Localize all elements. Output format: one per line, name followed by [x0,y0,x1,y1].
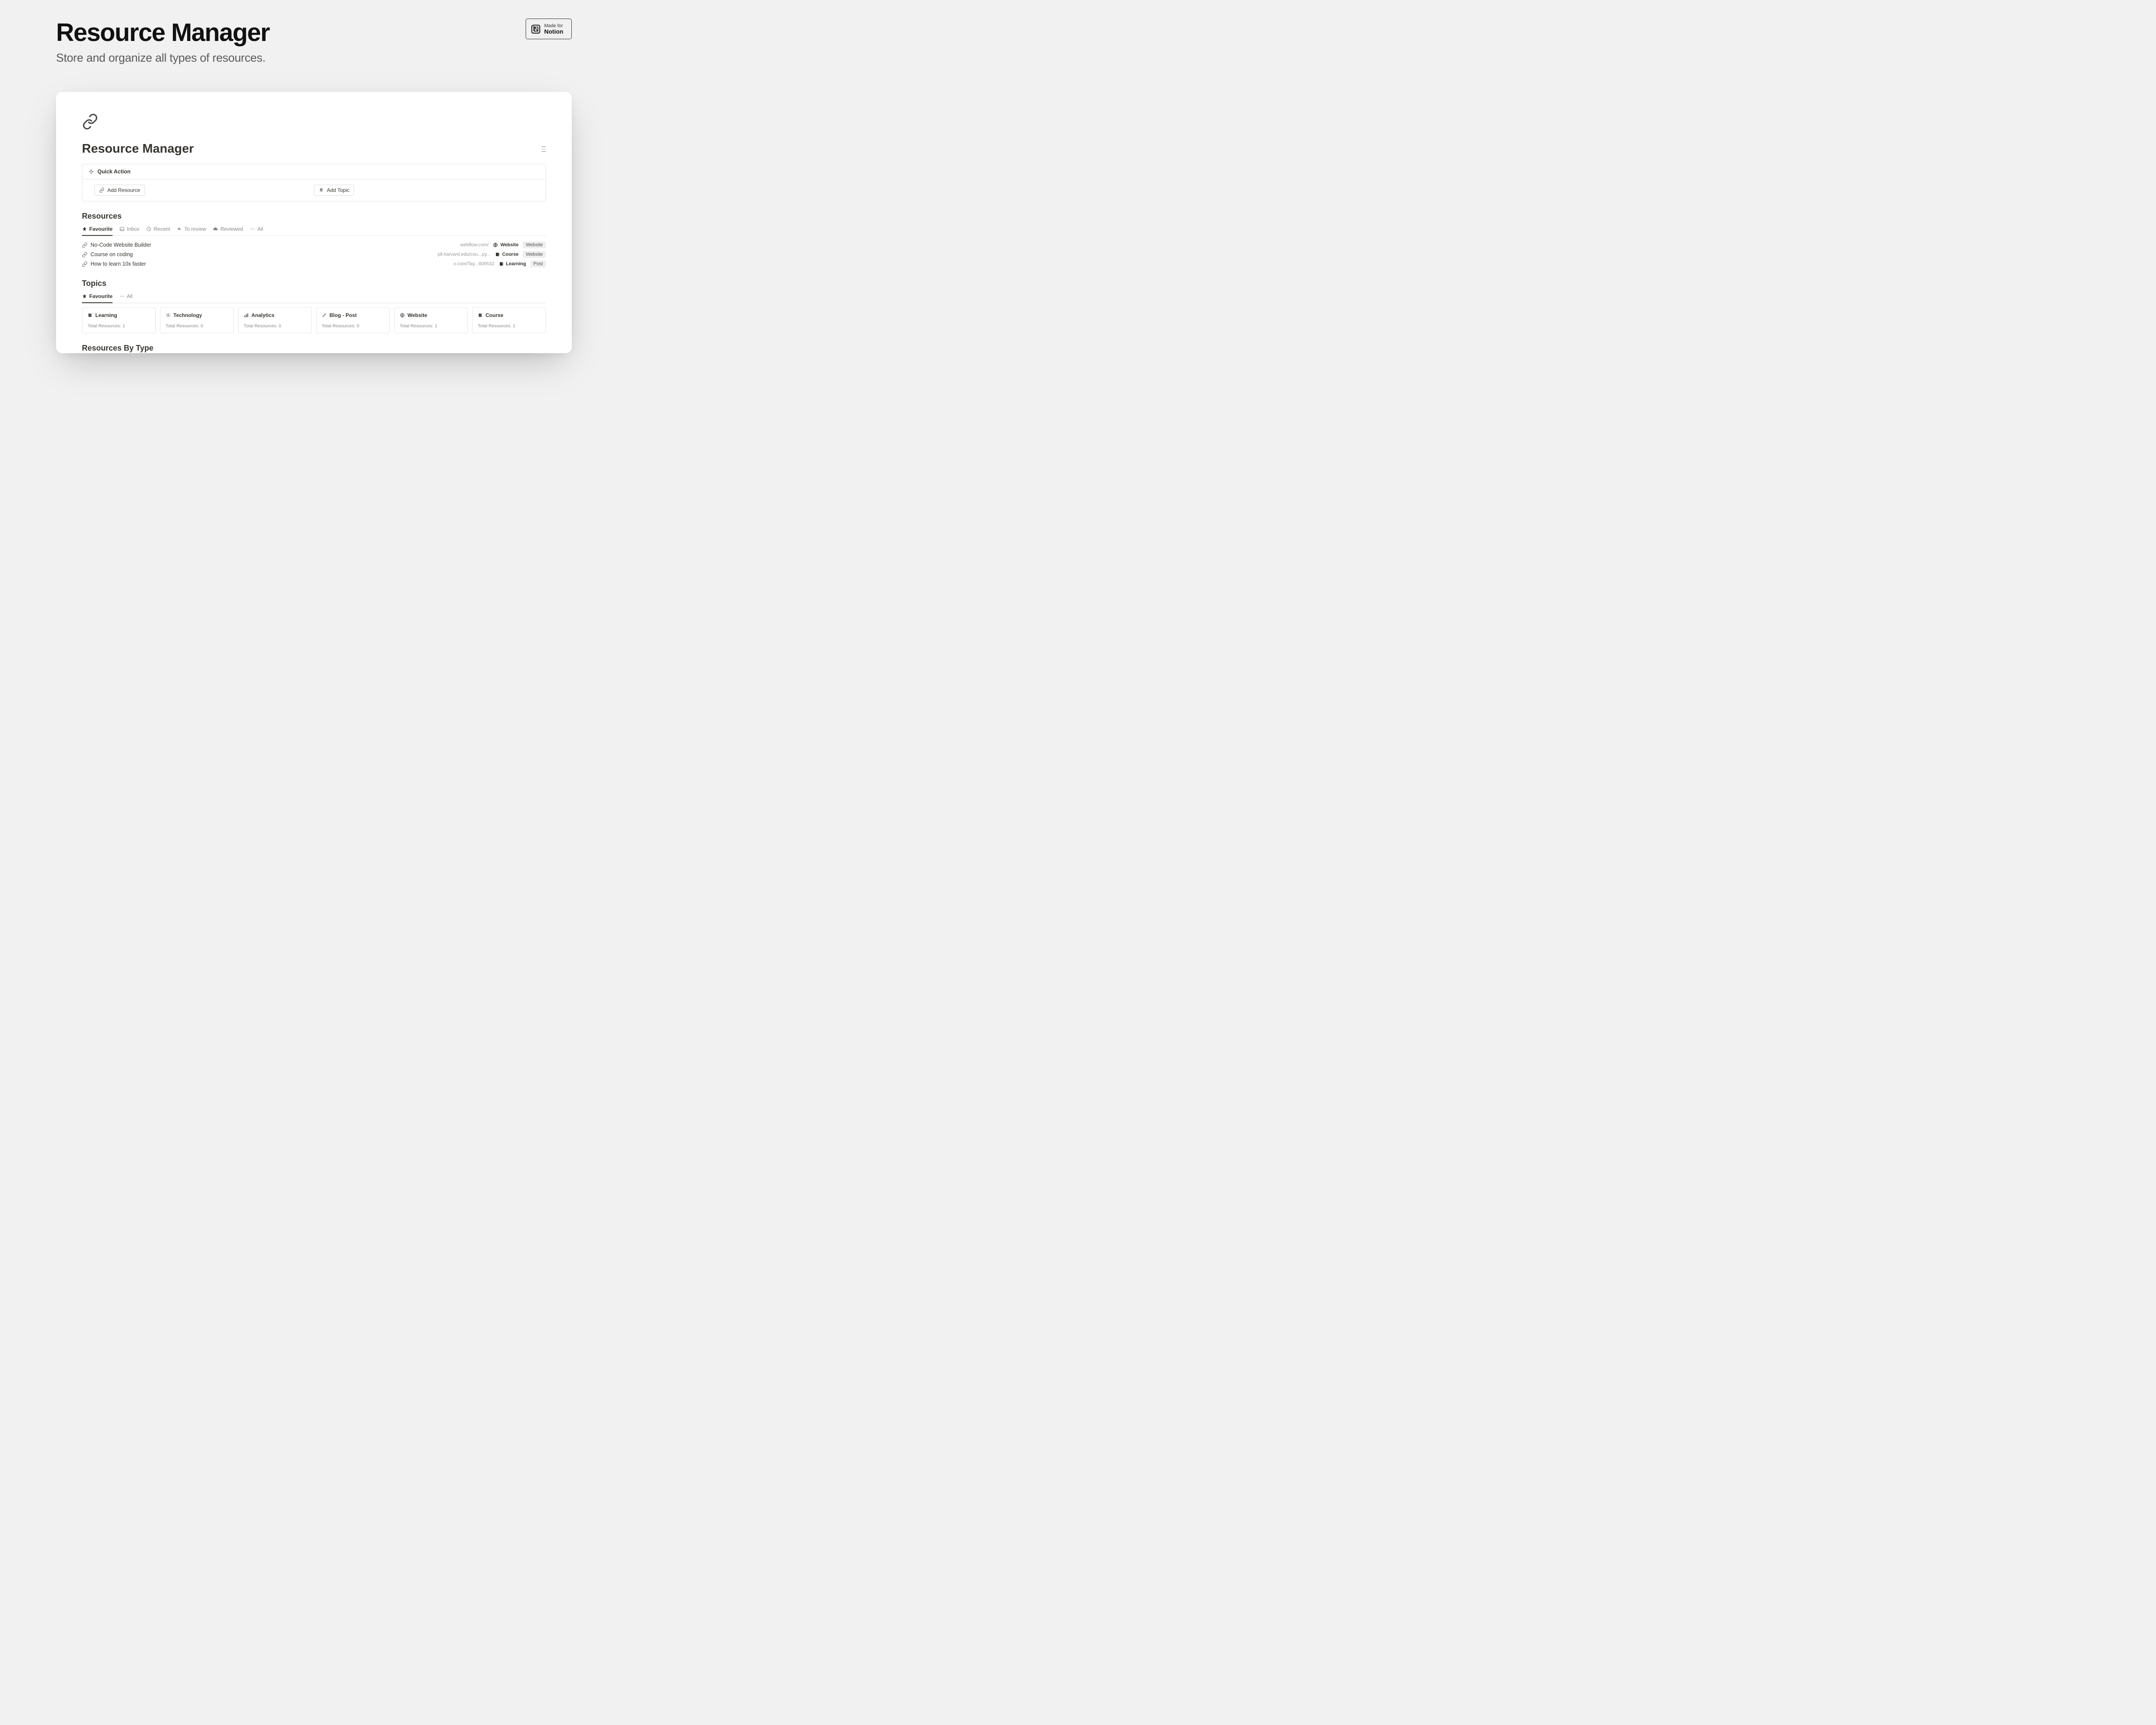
tab-topics-favourite[interactable]: Favourite [82,291,113,303]
resource-topic-label: Website [500,242,518,248]
tab-reviewed-label: Reviewed [220,226,243,232]
cursor-icon [88,169,94,175]
cloud-icon [213,226,218,232]
inbox-icon [119,226,125,232]
resources-list: No-Code Website Builder webflow.com/ Web… [82,240,546,269]
topic-card-name: Analytics [251,312,274,318]
chart-icon [244,313,249,318]
tab-to-review[interactable]: To review [177,223,206,236]
tab-all-label: All [257,226,263,232]
resource-title: No-Code Website Builder [91,242,151,248]
resource-row[interactable]: No-Code Website Builder webflow.com/ Web… [82,240,546,250]
share-icon [177,226,182,232]
star-icon [82,226,87,232]
resource-tag: Website [523,251,546,258]
topic-card-count: Total Resources: 1 [400,323,462,329]
resources-by-type-heading: Resources By Type [82,344,546,353]
pen-icon [322,313,327,318]
tab-recent[interactable]: Recent [146,223,170,236]
page-menu-icon[interactable] [542,146,546,152]
add-topic-label: Add Topic [327,187,349,193]
topic-card-course[interactable]: Course Total Resources: 1 [472,307,546,333]
tab-inbox[interactable]: Inbox [119,223,139,236]
book-icon [478,313,483,318]
link-icon [82,242,88,248]
topic-card-count: Total Resources: 0 [166,323,228,329]
tab-favourite[interactable]: Favourite [82,223,113,236]
topic-card-learning[interactable]: Learning Total Resources: 1 [82,307,156,333]
tab-reviewed[interactable]: Reviewed [213,223,243,236]
globe-icon [493,242,498,248]
link-icon [82,261,88,267]
resource-url: pll.harvard.edu/cou...py... [438,252,491,257]
add-resource-button[interactable]: Add Resource [94,185,145,196]
topic-card-name: Course [486,312,503,318]
resource-topic: Website [493,242,518,248]
book-icon [495,252,500,257]
dots-icon [119,294,125,299]
dots-icon [250,226,255,232]
hero-subtitle: Store and organize all types of resource… [56,51,266,65]
resource-title: Course on coding [91,251,133,257]
topics-grid: Learning Total Resources: 1 Technology T… [82,307,546,333]
resources-heading: Resources [82,212,546,221]
resource-topic: Learning [499,261,526,267]
topic-card-name: Technology [173,312,202,318]
app-window: Resource Manager Quick Action Add Resour… [56,92,572,353]
tab-topics-favourite-label: Favourite [89,293,113,299]
tab-topics-all[interactable]: All [119,291,132,303]
add-topic-button[interactable]: Add Topic [314,185,354,196]
notion-logo-icon [530,23,541,34]
topic-card-website[interactable]: Website Total Resources: 1 [394,307,468,333]
resources-tabs: Favourite Inbox Recent To review Reviewe… [82,223,546,236]
tab-favourite-label: Favourite [89,226,113,232]
topic-card-name: Learning [95,312,117,318]
book-icon [88,313,93,318]
topic-card-name: Website [407,312,427,318]
topic-card-analytics[interactable]: Analytics Total Resources: 0 [238,307,312,333]
badge-notion-label: Notion [544,28,563,34]
book-icon [499,261,504,267]
resource-url: x.com/Tay...609532 [454,261,495,267]
topic-card-count: Total Resources: 1 [478,323,540,329]
resource-topic: Course [495,252,519,257]
topic-card-count: Total Resources: 0 [322,323,384,329]
star-icon [82,294,87,299]
resource-row[interactable]: Course on coding pll.harvard.edu/cou...p… [82,250,546,259]
tab-inbox-label: Inbox [127,226,139,232]
resource-url: webflow.com/ [460,242,489,248]
topic-card-count: Total Resources: 1 [88,323,150,329]
stack-icon [319,188,324,193]
topic-card-name: Blog - Post [329,312,357,318]
resource-title: How to learn 10x faster [91,261,146,267]
topics-heading: Topics [82,279,546,288]
topics-tabs: Favourite All [82,291,546,303]
page-title: Resource Manager [82,142,194,156]
badge-madefor-label: Made for [544,24,563,28]
clock-icon [146,226,151,232]
resource-tag: Post [530,260,546,267]
resource-row[interactable]: How to learn 10x faster x.com/Tay...6095… [82,259,546,269]
topic-card-technology[interactable]: Technology Total Resources: 0 [160,307,234,333]
resource-topic-label: Learning [506,261,526,267]
link-icon [99,188,104,193]
globe-icon [400,313,405,318]
tab-all[interactable]: All [250,223,263,236]
link-icon [82,252,88,257]
topic-card-count: Total Resources: 0 [244,323,306,329]
add-resource-label: Add Resource [107,187,140,193]
tab-topics-all-label: All [127,293,132,299]
made-for-notion-badge: Made for Notion [526,19,572,39]
quick-action-heading: Quick Action [97,169,131,175]
resource-tag: Website [523,242,546,248]
tab-recent-label: Recent [154,226,170,232]
gear-icon [166,313,171,318]
quick-action-panel: Quick Action Add Resource Add Topic [82,164,546,201]
topic-card-blog-post[interactable]: Blog - Post Total Resources: 0 [316,307,390,333]
hero-title: Resource Manager [56,18,270,47]
page-link-icon [82,113,98,134]
resource-topic-label: Course [502,252,519,257]
tab-to-review-label: To review [184,226,206,232]
